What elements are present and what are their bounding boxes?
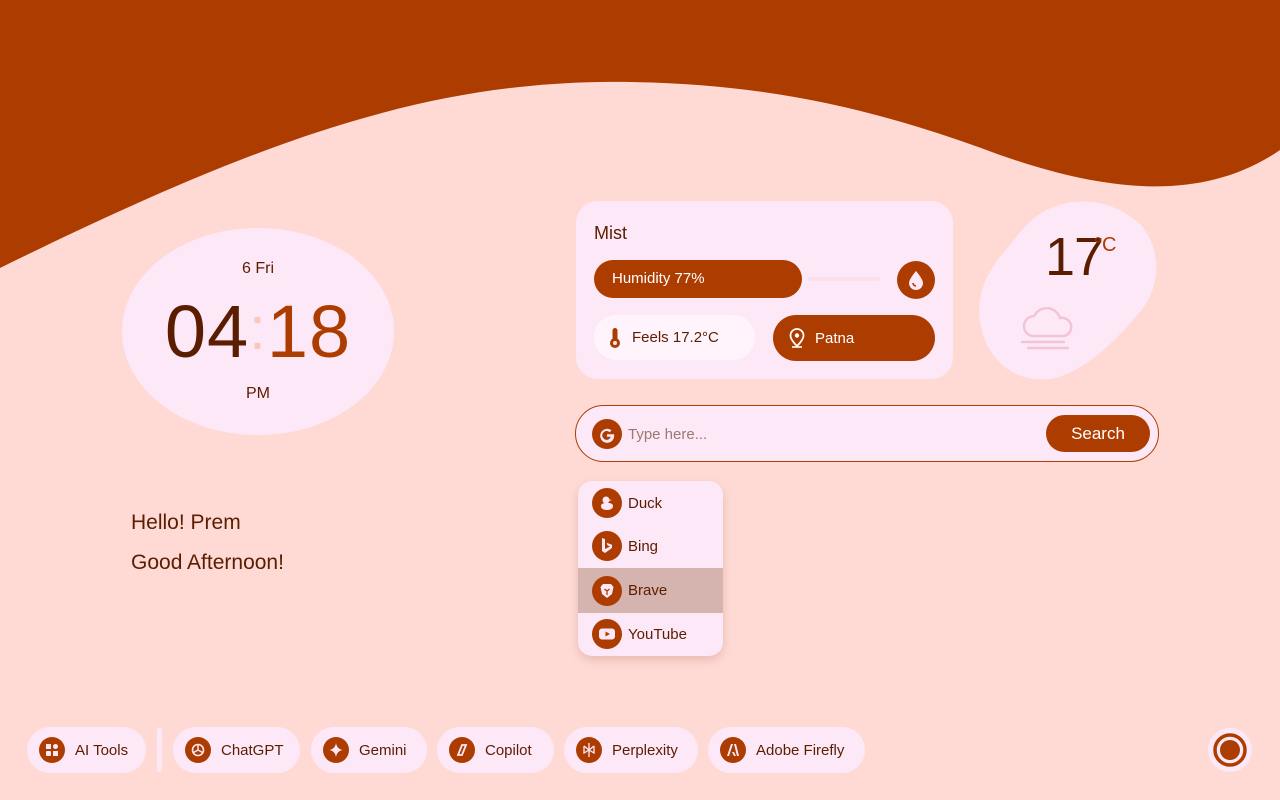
shortcut-perplexity[interactable]: Perplexity: [564, 727, 698, 773]
clock-minute: 18: [266, 290, 352, 373]
feels-like-label: Feels 17.2°C: [632, 329, 719, 346]
thermometer-icon: [610, 327, 620, 348]
greeting-time-of-day: Good Afternoon!: [131, 551, 284, 574]
ring-icon: [1213, 733, 1247, 767]
location-pill[interactable]: Patna: [773, 315, 935, 361]
temperature-unit: °C: [1094, 234, 1117, 256]
clock-ampm: PM: [246, 385, 270, 402]
engine-item-youtube[interactable]: YouTube: [578, 612, 723, 656]
location-pin-icon: [789, 328, 805, 348]
clock-time: 04:18: [122, 292, 394, 369]
search-bar: Search: [575, 405, 1159, 462]
google-icon[interactable]: [592, 419, 622, 449]
ai-tools-icon: [39, 737, 65, 763]
bing-icon: [592, 531, 622, 561]
gemini-icon: [323, 737, 349, 763]
youtube-icon: [592, 619, 622, 649]
shortcut-label: Adobe Firefly: [756, 741, 845, 759]
greeting-name: Hello! Prem: [131, 511, 241, 534]
brave-icon: [592, 575, 622, 606]
water-drop-icon: [897, 261, 935, 299]
search-engine-menu: Duck Bing Brave YouTube: [578, 481, 723, 656]
clock-day: 6 Fri: [242, 260, 274, 277]
weather-card: Mist Humidity 77% Feels 17.2°C Patna: [576, 201, 953, 379]
greeting: Hello! Prem Good Afternoon!: [131, 503, 284, 583]
clock-hour: 04: [164, 290, 250, 373]
engine-label: Bing: [628, 537, 659, 555]
duck-icon: [592, 488, 622, 518]
shortcut-adobe-firefly[interactable]: Adobe Firefly: [708, 727, 865, 773]
shortcut-chatgpt[interactable]: ChatGPT: [173, 727, 300, 773]
firefly-icon: [720, 737, 746, 763]
shortcut-label: AI Tools: [75, 741, 129, 759]
perplexity-icon: [576, 737, 602, 763]
engine-item-duck[interactable]: Duck: [578, 481, 723, 525]
shortcut-copilot[interactable]: Copilot: [437, 727, 554, 773]
shortcut-gemini[interactable]: Gemini: [311, 727, 427, 773]
engine-label: Brave: [628, 582, 668, 599]
record-ring-button[interactable]: [1208, 728, 1252, 772]
search-button[interactable]: Search: [1046, 415, 1150, 452]
shortcut-divider: [157, 728, 162, 772]
humidity-track: [808, 277, 880, 281]
cloud-mist-icon: [1020, 307, 1073, 350]
clock-separator: :: [249, 295, 267, 362]
engine-item-brave[interactable]: Brave: [578, 568, 723, 613]
location-label: Patna: [815, 329, 855, 347]
shortcut-label: Copilot: [485, 741, 532, 759]
engine-label: YouTube: [628, 625, 687, 643]
copilot-icon: [449, 737, 475, 763]
shortcut-label: ChatGPT: [221, 741, 284, 759]
engine-label: Duck: [628, 494, 663, 512]
shortcut-label: Perplexity: [612, 741, 678, 759]
shortcut-ai-tools[interactable]: AI Tools: [27, 727, 146, 773]
feels-like-pill: Feels 17.2°C: [594, 315, 755, 360]
chatgpt-icon: [185, 737, 211, 763]
shortcut-label: Gemini: [359, 741, 407, 759]
search-input[interactable]: [628, 420, 1028, 448]
weather-condition: Mist: [594, 223, 627, 243]
clock-widget: 6 Fri 04:18 PM: [122, 228, 394, 435]
engine-item-bing[interactable]: Bing: [578, 524, 723, 568]
humidity-bar: Humidity 77%: [594, 260, 802, 298]
